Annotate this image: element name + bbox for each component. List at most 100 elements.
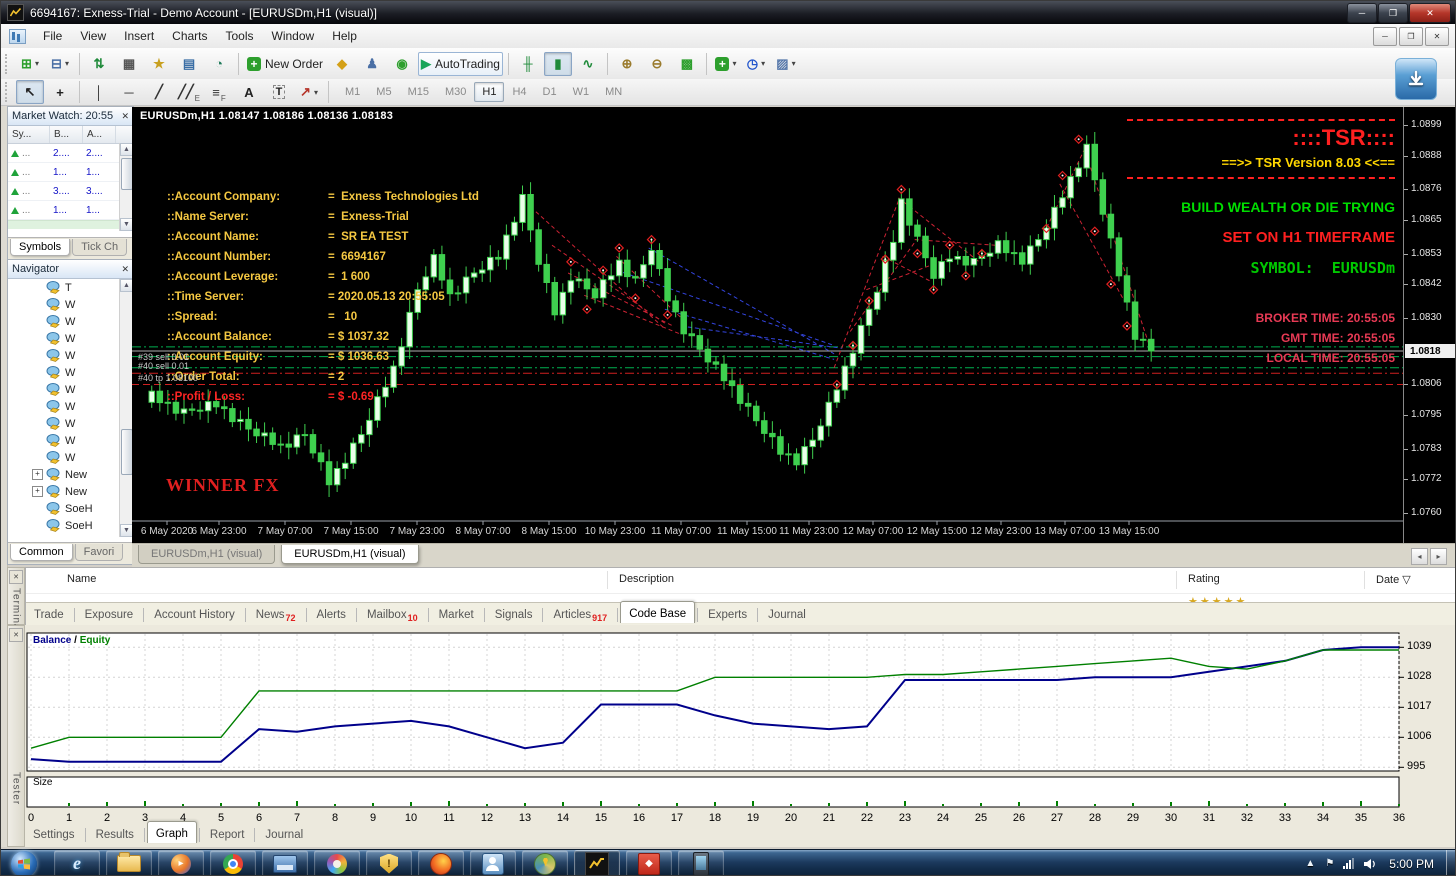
- menu-file[interactable]: File: [34, 26, 71, 46]
- terminal-tab-experts[interactable]: Experts: [700, 606, 755, 624]
- maps-icon[interactable]: [522, 849, 568, 875]
- symbol-row[interactable]: ... 1... 1...: [8, 163, 133, 182]
- mdi-restore-button[interactable]: ❐: [1399, 27, 1423, 46]
- menu-insert[interactable]: Insert: [115, 26, 163, 46]
- chart-area[interactable]: EURUSDm,H1 1.08147 1.08186 1.08136 1.081…: [132, 107, 1403, 543]
- autotrading-button[interactable]: ▶ AutoTrading: [418, 51, 503, 76]
- timeframe-m1[interactable]: M1: [337, 82, 368, 102]
- symbol-row[interactable]: ... 3.... 3....: [8, 182, 133, 201]
- signals-button[interactable]: ◉: [388, 52, 416, 76]
- security-icon[interactable]: !: [366, 849, 412, 875]
- navigator-button[interactable]: ★: [145, 52, 173, 76]
- indicators-button[interactable]: + ▾: [712, 52, 740, 76]
- navigator-item[interactable]: + New: [8, 466, 133, 483]
- chart-window-icon[interactable]: [9, 28, 26, 44]
- navigator-item[interactable]: W: [8, 313, 133, 330]
- column-header-1[interactable]: B...: [50, 126, 83, 143]
- mt4-taskbar-icon[interactable]: [574, 849, 620, 875]
- navigator-item[interactable]: W: [8, 398, 133, 415]
- navigator-item[interactable]: SoeH: [8, 517, 133, 534]
- new-chart-button[interactable]: ⊞ ▾: [16, 52, 44, 76]
- navigator-item[interactable]: W: [8, 364, 133, 381]
- firefox-icon[interactable]: [418, 849, 464, 875]
- timeframe-mn[interactable]: MN: [597, 82, 630, 102]
- navigator-item[interactable]: W: [8, 381, 133, 398]
- new-order-button[interactable]: + New Order: [244, 52, 326, 76]
- terminal-column-description[interactable]: Description: [619, 573, 674, 585]
- navigator-item[interactable]: W: [8, 347, 133, 364]
- toolbar-grip[interactable]: [5, 82, 11, 102]
- tester-graph[interactable]: 0 1 2 3 4 5 6 7 8 9 10 11 12 13 14 15 16 17 18 19 20 21 22 23 24…: [25, 631, 1435, 828]
- text-button[interactable]: A: [235, 80, 263, 104]
- tab-scroll-left-icon[interactable]: ◂: [1411, 548, 1428, 565]
- crosshair-button[interactable]: +: [46, 80, 74, 104]
- experts-button[interactable]: ♟: [358, 52, 386, 76]
- toolbar-grip[interactable]: [5, 53, 11, 74]
- expand-plus-icon[interactable]: +: [32, 486, 43, 497]
- tester-tab-settings[interactable]: Settings: [25, 826, 83, 844]
- menu-charts[interactable]: Charts: [163, 26, 216, 46]
- close-icon[interactable]: ✕: [9, 570, 23, 584]
- timeframe-d1[interactable]: D1: [535, 82, 565, 102]
- terminal-tab-trade[interactable]: Trade: [26, 606, 72, 624]
- navigator-item[interactable]: T: [8, 279, 133, 296]
- tab-scroll-right-icon[interactable]: ▸: [1430, 548, 1447, 565]
- terminal-tab-market[interactable]: Market: [431, 606, 482, 624]
- menu-tools[interactable]: Tools: [217, 26, 263, 46]
- terminal-tab-exposure[interactable]: Exposure: [77, 606, 142, 624]
- tab-favori[interactable]: Favori: [74, 544, 124, 561]
- network-signal-icon[interactable]: [1343, 858, 1355, 869]
- menu-window[interactable]: Window: [263, 26, 324, 46]
- tester-tab-results[interactable]: Results: [88, 826, 142, 844]
- fibonacci-button[interactable]: ≡ F: [205, 80, 233, 104]
- terminal-column-date[interactable]: Date ▽: [1376, 573, 1411, 586]
- terminal-tab-articles[interactable]: Articles917: [545, 606, 615, 624]
- periods-button[interactable]: ◷ ▾: [742, 52, 770, 76]
- close-button[interactable]: ✕: [1409, 3, 1451, 23]
- tab-symbols[interactable]: Symbols: [10, 239, 71, 256]
- terminal-tab-signals[interactable]: Signals: [487, 606, 541, 624]
- navigator-item[interactable]: W: [8, 330, 133, 347]
- profiles-button[interactable]: ⊟ ▾: [46, 52, 74, 76]
- navigator-item[interactable]: + New: [8, 483, 133, 500]
- cursor-button[interactable]: ↖: [16, 80, 44, 104]
- terminal-tab-alerts[interactable]: Alerts: [309, 606, 354, 624]
- column-header-0[interactable]: Sy...: [8, 126, 50, 143]
- folder-icon[interactable]: [106, 849, 152, 875]
- vertical-line-button[interactable]: │: [85, 80, 113, 104]
- strategy-tester-button[interactable]: ◔: [205, 52, 233, 76]
- tester-tab-graph[interactable]: Graph: [146, 821, 197, 843]
- mdi-close-button[interactable]: ✕: [1425, 27, 1449, 46]
- menu-view[interactable]: View: [71, 26, 115, 46]
- market-watch-button[interactable]: ⇅: [85, 52, 113, 76]
- remote-app-icon[interactable]: [262, 849, 308, 875]
- terminal-tab-news[interactable]: News72: [248, 606, 304, 624]
- templates-button[interactable]: ▨ ▾: [772, 52, 800, 76]
- column-header-2[interactable]: A...: [83, 126, 116, 143]
- close-icon[interactable]: ✕: [121, 264, 129, 275]
- zoom-in-button[interactable]: ⊕: [613, 52, 641, 76]
- show-desktop-button[interactable]: [1446, 849, 1455, 875]
- market-watch-header[interactable]: Sy... B... A...: [8, 126, 133, 144]
- tab-common[interactable]: Common: [10, 544, 73, 561]
- maximize-button[interactable]: ❐: [1378, 3, 1408, 23]
- metaeditor-button[interactable]: ◆: [328, 52, 356, 76]
- tile-windows-button[interactable]: ▩: [673, 52, 701, 76]
- navigator-scrollbar[interactable]: ▲ ▼: [119, 279, 133, 537]
- paint-icon[interactable]: [314, 849, 360, 875]
- terminal-button[interactable]: ▤: [175, 52, 203, 76]
- navigator-item[interactable]: W: [8, 296, 133, 313]
- candlestick-chart[interactable]: [132, 107, 1403, 543]
- publisher-icon[interactable]: ◆: [626, 849, 672, 875]
- navigator-item[interactable]: W: [8, 432, 133, 449]
- expand-plus-icon[interactable]: +: [32, 469, 43, 480]
- terminal-tab-code-base[interactable]: Code Base: [620, 601, 696, 623]
- mdi-minimize-button[interactable]: ─: [1373, 27, 1397, 46]
- title-bar[interactable]: 6694167: Exness-Trial - Demo Account - […: [1, 1, 1455, 24]
- candlestick-button[interactable]: ▮: [543, 51, 572, 76]
- navigator-item[interactable]: SoeH: [8, 500, 133, 517]
- bar-chart-button[interactable]: ╫: [514, 52, 542, 76]
- price-axis[interactable]: 1.0899 1.0888 1.0876 1.0865 1.0853 1.0842 1.08…: [1403, 107, 1455, 543]
- symbol-row[interactable]: ... 1... 1...: [8, 201, 133, 220]
- media-player-icon[interactable]: ▸: [158, 849, 204, 875]
